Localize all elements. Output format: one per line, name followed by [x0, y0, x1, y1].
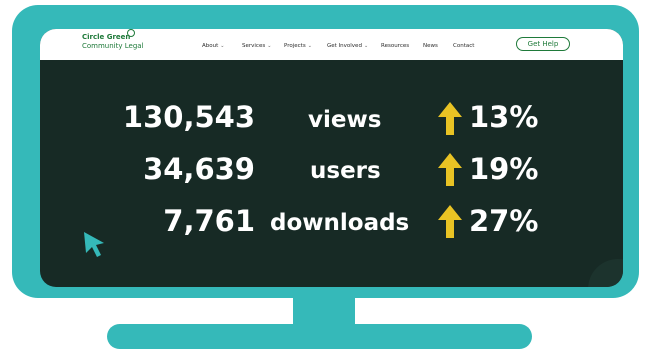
logo-name-line2: Community Legal — [82, 42, 144, 50]
decorative-circle — [588, 259, 623, 287]
chevron-down-icon: ⌄ — [363, 43, 369, 49]
nav-label-about: About — [202, 43, 219, 49]
chevron-down-icon: ⌄ — [220, 43, 225, 49]
nav-item-resources[interactable]: Resources — [381, 43, 409, 49]
circle-ring-icon — [127, 29, 135, 37]
cursor-icon — [84, 232, 104, 257]
nav-label-get-involved: Get Involved — [327, 43, 362, 49]
monitor-screen: Circle Green Community Legal About ⌄ Serv… — [40, 29, 623, 287]
users-count: 34,639 — [143, 152, 255, 186]
nav-item-news[interactable]: News — [423, 43, 438, 49]
nav-label-services: Services — [242, 43, 266, 49]
nav-item-get-involved[interactable]: Get Involved ⌄ — [327, 43, 368, 49]
users-change: 19% — [469, 152, 539, 186]
arrow-up-icon — [438, 153, 462, 186]
nav-label-projects: Projects — [284, 43, 306, 49]
views-change: 13% — [469, 100, 539, 134]
nav-item-about[interactable]: About ⌄ — [202, 43, 224, 49]
arrow-up-icon — [438, 102, 462, 135]
downloads-label: downloads — [270, 210, 410, 236]
nav-item-services[interactable]: Services ⌄ — [242, 43, 271, 49]
arrow-up-icon — [438, 205, 462, 238]
site-logo[interactable]: Circle Green Community Legal — [82, 33, 144, 51]
monitor-stand-base — [107, 324, 532, 349]
downloads-change: 27% — [469, 204, 539, 238]
get-help-button[interactable]: Get Help — [516, 37, 570, 51]
nav-item-contact[interactable]: Contact — [453, 43, 474, 49]
chevron-down-icon: ⌄ — [267, 43, 272, 49]
monitor-frame: Circle Green Community Legal About ⌄ Serv… — [12, 5, 639, 298]
views-label: views — [308, 107, 382, 133]
chevron-down-icon: ⌄ — [307, 43, 312, 49]
website-header: Circle Green Community Legal About ⌄ Serv… — [40, 29, 623, 60]
views-count: 130,543 — [122, 100, 255, 134]
downloads-count: 7,761 — [163, 204, 255, 238]
nav-item-projects[interactable]: Projects ⌄ — [284, 43, 312, 49]
users-label: users — [310, 158, 381, 184]
